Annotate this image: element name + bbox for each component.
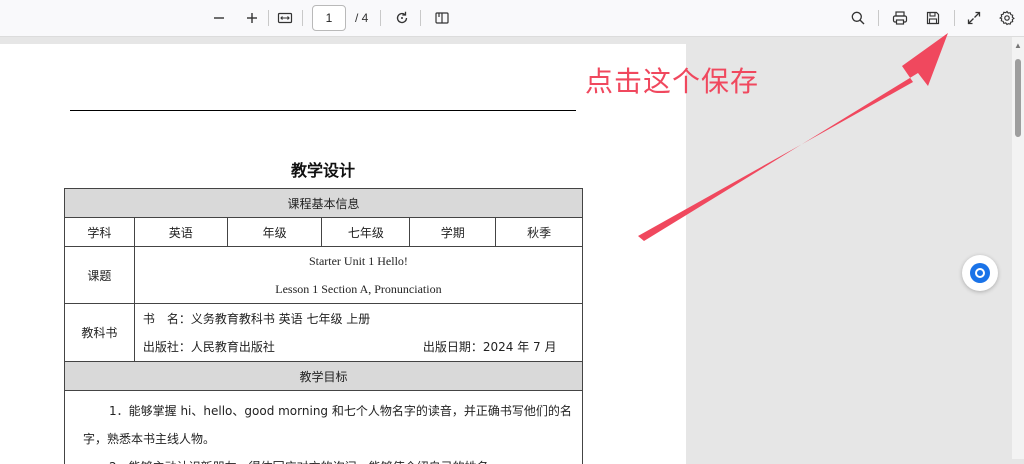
goal-1-line-1: 1．能够掌握 hi、hello、good morning 和七个人物名字的读音，… — [83, 397, 574, 425]
textbook-name: 书 名：义务教育教科书 英语 七年级 上册 — [143, 305, 582, 333]
assistant-button[interactable] — [962, 255, 998, 291]
fullscreen-button[interactable] — [963, 7, 985, 29]
save-button[interactable] — [922, 7, 944, 29]
publisher: 出版社：人民教育出版社 — [143, 340, 275, 354]
scroll-up-icon[interactable]: ▲ — [1014, 41, 1022, 50]
scroll-thumb[interactable] — [1015, 59, 1021, 137]
grade-value: 七年级 — [322, 218, 410, 247]
rotate-icon — [394, 10, 410, 26]
divider — [420, 10, 421, 26]
fit-width-icon — [277, 10, 293, 26]
term-value: 秋季 — [496, 218, 583, 247]
topic-value: Starter Unit 1 Hello! Lesson 1 Section A… — [134, 247, 582, 304]
textbook-label: 教科书 — [65, 304, 135, 362]
page-total: / 4 — [355, 11, 368, 25]
divider — [380, 10, 381, 26]
chat-icon — [970, 263, 990, 283]
divider — [302, 10, 303, 26]
search-icon — [850, 10, 866, 26]
gear-icon — [999, 10, 1015, 26]
page-view-button[interactable] — [431, 7, 453, 29]
subject-value: 英语 — [134, 218, 227, 247]
publisher-row: 出版社：人民教育出版社 出版日期：2024 年 7 月 — [143, 333, 582, 361]
subject-label: 学科 — [65, 218, 135, 247]
print-button[interactable] — [889, 7, 911, 29]
zoom-out-button[interactable] — [208, 7, 230, 29]
publish-date: 出版日期：2024 年 7 月 — [423, 333, 557, 361]
section-header-goals: 教学目标 — [65, 362, 583, 391]
topic-line-1: Starter Unit 1 Hello! — [135, 247, 582, 275]
document-title: 教学设计 — [0, 157, 646, 181]
header-rule — [70, 110, 576, 111]
goal-1-line-2: 字，熟悉本书主线人物。 — [83, 425, 574, 453]
zoom-in-button[interactable] — [241, 7, 263, 29]
search-button[interactable] — [847, 7, 869, 29]
fit-width-button[interactable] — [274, 7, 296, 29]
topic-label: 课题 — [65, 247, 135, 304]
topic-line-2: Lesson 1 Section A, Pronunciation — [135, 275, 582, 303]
grade-label: 年级 — [227, 218, 322, 247]
print-icon — [892, 10, 908, 26]
annotation-arrow — [630, 28, 950, 243]
divider — [954, 10, 955, 26]
page-number-input[interactable]: 1 — [312, 5, 346, 31]
pdf-page: 教学设计 课程基本信息 学科 英语 年级 七年级 学期 秋季 课题 Starte… — [0, 44, 686, 464]
section-header-basic: 课程基本信息 — [65, 189, 583, 218]
vertical-scrollbar[interactable]: ▲ — [1012, 37, 1024, 459]
save-icon — [925, 10, 941, 26]
divider — [268, 10, 269, 26]
textbook-info: 书 名：义务教育教科书 英语 七年级 上册 出版社：人民教育出版社 出版日期：2… — [134, 304, 582, 362]
divider — [878, 10, 879, 26]
arrow-shape — [638, 33, 948, 241]
settings-button[interactable] — [996, 7, 1018, 29]
course-info-table: 课程基本信息 学科 英语 年级 七年级 学期 秋季 课题 Starter Uni… — [64, 188, 583, 464]
term-label: 学期 — [410, 218, 496, 247]
goals-content: 1．能够掌握 hi、hello、good morning 和七个人物名字的读音，… — [65, 391, 583, 464]
expand-icon — [966, 10, 982, 26]
rotate-button[interactable] — [391, 7, 413, 29]
minus-icon — [211, 10, 227, 26]
plus-icon — [244, 10, 260, 26]
page-view-icon — [434, 10, 450, 26]
